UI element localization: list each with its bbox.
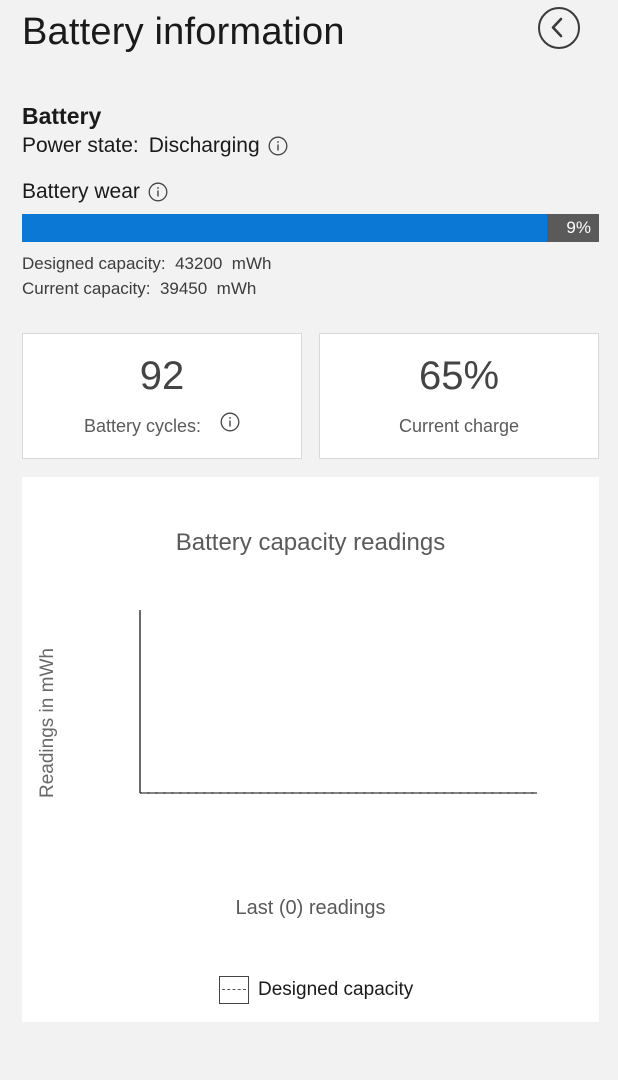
battery-cycles-card: 92 Battery cycles: bbox=[22, 333, 302, 459]
legend-swatch-dashed bbox=[219, 976, 249, 1004]
chart-x-axis-label: Last (0) readings bbox=[235, 897, 386, 919]
battery-wear-row: Battery wear bbox=[22, 180, 168, 204]
current-charge-value: 65% bbox=[418, 354, 500, 398]
current-capacity-text: Current capacity: 39450 mWh bbox=[22, 279, 257, 298]
power-state-value: Discharging bbox=[148, 134, 260, 157]
chart-plot-area bbox=[139, 610, 537, 794]
battery-wear-bar-fill bbox=[22, 214, 548, 242]
back-button[interactable] bbox=[538, 7, 580, 49]
battery-section-title: Battery bbox=[22, 103, 102, 129]
chart-legend: Designed capacity bbox=[219, 976, 413, 1004]
battery-cycles-label-row: Battery cycles: bbox=[23, 412, 301, 437]
info-icon[interactable] bbox=[268, 136, 288, 156]
battery-information-page: Battery information Battery Power state:… bbox=[0, 0, 618, 1080]
page-title: Battery information bbox=[22, 11, 345, 53]
battery-wear-bar: 9% bbox=[22, 214, 599, 242]
power-state-row: Power state: Discharging bbox=[22, 134, 288, 158]
info-icon[interactable] bbox=[148, 182, 168, 202]
legend-label: Designed capacity bbox=[258, 979, 414, 1000]
battery-capacity-chart: Battery capacity readings Readings in mW… bbox=[22, 477, 599, 1022]
power-state-label: Power state: bbox=[22, 134, 139, 157]
battery-cycles-value: 92 bbox=[139, 354, 185, 398]
current-charge-card: 65% Current charge bbox=[319, 333, 599, 459]
chevron-left-icon bbox=[551, 17, 563, 38]
battery-wear-label: Battery wear bbox=[22, 180, 140, 203]
current-charge-label: Current charge bbox=[398, 416, 520, 436]
info-icon[interactable] bbox=[220, 412, 240, 432]
designed-capacity-text: Designed capacity: 43200 mWh bbox=[22, 254, 272, 273]
battery-cycles-label: Battery cycles: bbox=[83, 416, 202, 436]
battery-wear-percent: 9% bbox=[566, 218, 591, 237]
